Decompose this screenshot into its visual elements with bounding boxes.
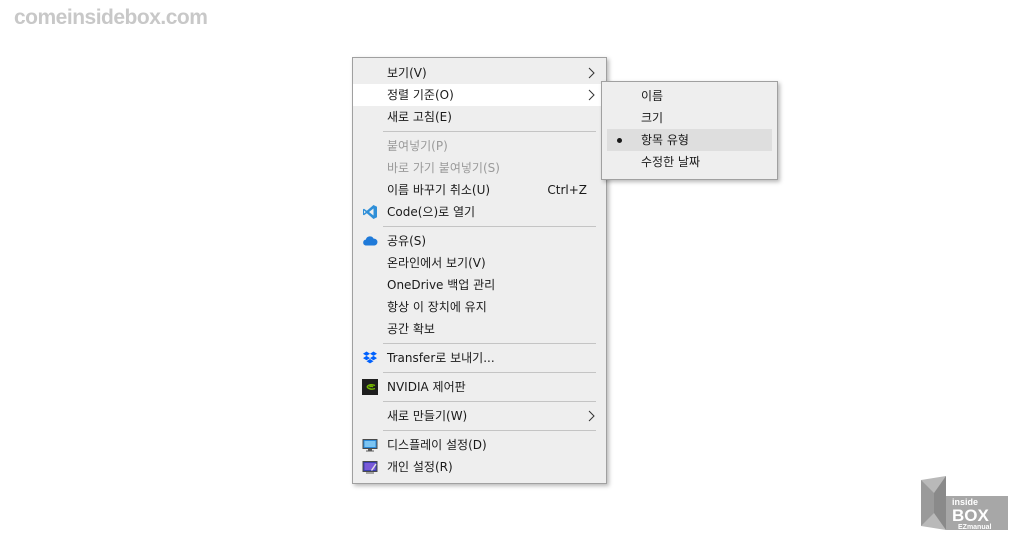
menu-item-display-settings[interactable]: 디스플레이 설정(D) [353,434,606,456]
chevron-right-icon [588,89,595,101]
menu-item-label: 디스플레이 설정(D) [387,438,487,452]
submenu-item-label: 크기 [641,111,664,125]
submenu-item-label: 이름 [641,89,664,103]
personalize-icon [362,461,378,474]
menu-item-undo-rename[interactable]: 이름 바꾸기 취소(U) Ctrl+Z [353,179,606,201]
menu-item-label: 이름 바꾸기 취소(U) [387,183,491,197]
submenu-item-date-modified[interactable]: 수정한 날짜 [607,151,772,173]
menu-item-label: Transfer로 보내기... [387,351,495,365]
desktop-context-menu: 보기(V) 정렬 기준(O) 새로 고침(E) 붙여넣기(P) 바로 가기 붙여… [352,57,607,484]
logo-text-bottom: EZmanual [958,524,992,531]
menu-item-label: 공유(S) [387,234,427,248]
menu-item-label: 항상 이 장치에 유지 [387,300,487,314]
chevron-right-icon [588,410,595,422]
menu-item-refresh[interactable]: 새로 고침(E) [353,106,606,128]
menu-item-sort-by[interactable]: 정렬 기준(O) [353,84,606,106]
menu-item-label: 새로 만들기(W) [387,409,468,423]
keyboard-shortcut: Ctrl+Z [547,183,587,197]
menu-item-label: NVIDIA 제어판 [387,380,466,394]
submenu-item-item-type[interactable]: 항목 유형 [607,129,772,151]
radio-bullet-icon [617,138,622,143]
watermark-text: comeinsidebox.com [14,6,208,29]
submenu-item-size[interactable]: 크기 [607,107,772,129]
menu-item-label: 개인 설정(R) [387,460,453,474]
monitor-icon [362,439,378,452]
menu-item-transfer[interactable]: Transfer로 보내기... [353,347,606,369]
onedrive-cloud-icon [363,236,378,246]
submenu-item-label: 수정한 날짜 [641,155,701,169]
menu-item-onedrive-backup[interactable]: OneDrive 백업 관리 [353,274,606,296]
menu-item-nvidia[interactable]: NVIDIA 제어판 [353,376,606,398]
menu-item-view[interactable]: 보기(V) [353,62,606,84]
menu-item-view-online[interactable]: 온라인에서 보기(V) [353,252,606,274]
menu-item-label: 바로 가기 붙여넣기(S) [387,161,500,175]
menu-item-label: OneDrive 백업 관리 [387,278,496,292]
menu-item-paste-shortcut: 바로 가기 붙여넣기(S) [353,157,606,179]
menu-separator [383,430,596,431]
insidebox-logo: inside BOX EZmanual [921,476,1008,531]
menu-separator [383,131,596,132]
menu-item-free-space[interactable]: 공간 확보 [353,318,606,340]
sort-by-submenu: 이름 크기 항목 유형 수정한 날짜 [601,81,778,180]
nvidia-icon [362,379,378,395]
menu-separator [383,226,596,227]
menu-item-label: 정렬 기준(O) [387,88,454,102]
menu-item-open-with-code[interactable]: Code(으)로 열기 [353,201,606,223]
dropbox-icon [363,351,377,364]
vscode-icon [363,205,377,219]
chevron-right-icon [588,67,595,79]
logo-text-middle: BOX [952,506,990,525]
menu-item-new[interactable]: 새로 만들기(W) [353,405,606,427]
menu-separator [383,343,596,344]
menu-separator [383,372,596,373]
menu-item-label: 새로 고침(E) [387,110,452,124]
menu-item-label: 온라인에서 보기(V) [387,256,486,270]
submenu-item-label: 항목 유형 [641,133,689,147]
menu-item-label: 보기(V) [387,66,427,80]
menu-item-label: 붙여넣기(P) [387,139,448,153]
menu-item-paste: 붙여넣기(P) [353,135,606,157]
menu-item-label: 공간 확보 [387,322,435,336]
menu-item-personalize[interactable]: 개인 설정(R) [353,456,606,478]
menu-item-label: Code(으)로 열기 [387,205,476,219]
menu-item-always-keep[interactable]: 항상 이 장치에 유지 [353,296,606,318]
menu-separator [383,401,596,402]
submenu-item-name[interactable]: 이름 [607,85,772,107]
menu-item-share[interactable]: 공유(S) [353,230,606,252]
